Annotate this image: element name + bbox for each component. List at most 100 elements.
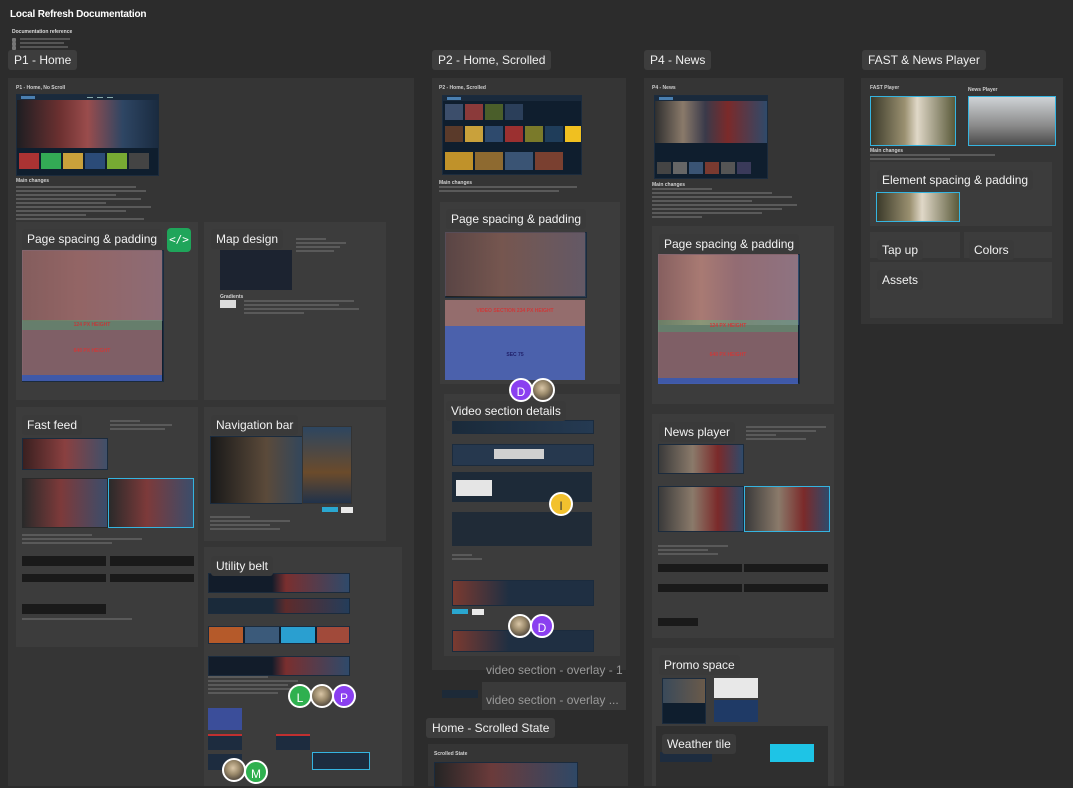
p1-utility-row-1 (208, 573, 350, 593)
assets-label[interactable]: Assets (877, 270, 924, 290)
p1-map-preview (220, 250, 292, 290)
p1-navigation-side-shot (302, 426, 352, 504)
collaborator-avatar-d[interactable]: D (509, 378, 533, 402)
p1-main-changes-heading: Main changes (16, 178, 50, 184)
p1-map-design-label[interactable]: Map design (211, 229, 284, 249)
section-label-fast-news-player[interactable]: FAST & News Player (862, 50, 986, 70)
p2-overlay-bottom-text: SEC 75 (506, 352, 524, 358)
p4-weather-tile-label[interactable]: Weather tile (662, 734, 736, 754)
p2-video-row-1 (452, 420, 594, 434)
p1-overlay-640-text: 640 PX HEIGHT (73, 348, 111, 354)
p1-fast-feed-text (22, 534, 192, 546)
section-label-p4-news[interactable]: P4 - News (644, 50, 712, 70)
news-player-title: News Player (968, 87, 998, 93)
p4-overlay-124: 124 PX HEIGHT (658, 320, 798, 332)
p4-promo-tile-1 (662, 678, 706, 724)
p4-promo-space-label[interactable]: Promo space (659, 655, 740, 675)
p1-home-screenshot[interactable] (16, 94, 159, 176)
tap-up-label[interactable]: Tap up (877, 240, 924, 260)
p2-video-btn-1[interactable] (452, 609, 468, 614)
p4-news-screenshot[interactable] (654, 95, 768, 179)
p1-utility-row-3 (208, 626, 350, 644)
collaborator-avatar-l[interactable]: L (288, 684, 312, 708)
p1-nav-btn-2[interactable] (341, 507, 353, 513)
fast-main-changes-text (870, 154, 1000, 162)
p1-fast-feed-bar-1 (22, 556, 106, 566)
news-player-screenshot[interactable] (968, 96, 1056, 146)
documentation-reference-list (12, 36, 72, 50)
p2-overlay-video: VIDEO SECTION 234 PX HEIGHT (445, 300, 585, 326)
collaborator-avatar-i[interactable]: I (549, 492, 573, 516)
p1-map-notes (296, 238, 356, 254)
p1-utility-belt-label[interactable]: Utility belt (211, 556, 274, 576)
p2-overlay-2-label[interactable]: video section - overlay ... (486, 693, 619, 707)
p4-overlay-640: 640 PX HEIGHT (658, 332, 798, 378)
p1-nav-btn-1[interactable] (322, 507, 338, 512)
p4-news-player-label[interactable]: News player (659, 422, 736, 442)
p4-news-player-bar-1 (658, 564, 742, 572)
p4-news-player-text (658, 545, 828, 557)
collaborator-photo-avatar-2[interactable] (222, 758, 246, 782)
p1-utility-tile-2 (208, 734, 242, 750)
p2-video-notes (452, 554, 512, 562)
p4-page-spacing-label[interactable]: Page spacing & padding (659, 234, 800, 254)
p1-utility-tile-1 (208, 708, 242, 730)
collaborator-avatar-d-2[interactable]: D (530, 614, 554, 638)
home-scrolled-state-title: Scrolled State (434, 751, 468, 757)
p2-video-row-3-card (456, 480, 492, 496)
code-embed-icon[interactable]: </> (167, 228, 191, 252)
p1-gradients-notes (244, 300, 364, 316)
p1-navigation-notes (210, 516, 350, 532)
p2-video-row-5 (452, 580, 594, 606)
collaborator-photo-avatar[interactable] (310, 684, 334, 708)
p1-overlay-top (22, 250, 162, 320)
p4-news-player-bar-3 (658, 584, 742, 592)
p4-news-player-thumb (658, 444, 744, 474)
p1-fast-feed-bar-5 (22, 604, 106, 614)
p1-fast-feed-bar-2 (110, 556, 194, 566)
p4-overlay-124-text: 124 PX HEIGHT (709, 323, 747, 329)
fast-player-title: FAST Player (870, 85, 900, 91)
element-spacing-screenshot (876, 192, 960, 222)
p2-home-scrolled-screenshot[interactable] (442, 95, 582, 175)
p4-overlay-top (658, 254, 798, 320)
p2-video-section-details-label[interactable]: Video section details (446, 401, 566, 421)
p1-fast-feed-shot-2 (108, 478, 194, 528)
p1-utility-row-2 (208, 598, 350, 614)
section-label-p2-home-scrolled[interactable]: P2 - Home, Scrolled (432, 50, 552, 70)
p2-page-spacing-label[interactable]: Page spacing & padding (446, 209, 587, 229)
p1-fast-feed-notes (110, 420, 180, 432)
p2-overlay-1-label[interactable]: video section - overlay - 1 (486, 663, 623, 677)
p2-video-row-4 (452, 512, 592, 546)
p1-overlay-124-text: 124 PX HEIGHT (73, 322, 111, 328)
collaborator-photo-avatar-4[interactable] (508, 614, 532, 638)
p1-overlay-640: 640 PX HEIGHT (22, 330, 162, 375)
p2-main-changes-text (439, 186, 579, 194)
p4-news-player-bar-2 (744, 564, 828, 572)
collaborator-photo-avatar-3[interactable] (531, 378, 555, 402)
p1-fast-feed-bar-4 (110, 574, 194, 582)
p2-video-btn-2[interactable] (472, 609, 484, 615)
p1-main-changes-text (16, 186, 156, 222)
home-scrolled-state-label[interactable]: Home - Scrolled State (426, 718, 556, 738)
p1-fast-feed-footer-text (22, 618, 192, 622)
p4-weather-color-swatch (770, 744, 814, 762)
p4-frame-title: P4 - News (652, 85, 676, 91)
collaborator-avatar-m[interactable]: M (244, 760, 268, 784)
p1-navigation-bar-label[interactable]: Navigation bar (211, 415, 299, 435)
p1-overlay-124: 124 PX HEIGHT (22, 320, 162, 330)
p1-fast-feed-thumb (22, 438, 108, 470)
p1-fast-feed-shot-1 (22, 478, 108, 528)
p2-overlay-bottom: SEC 75 (445, 326, 585, 380)
p1-fast-feed-label[interactable]: Fast feed (22, 415, 83, 435)
element-spacing-label[interactable]: Element spacing & padding (877, 170, 1034, 190)
p1-utility-tile-4 (312, 752, 370, 770)
p4-news-player-notes (746, 426, 830, 442)
p2-overlay-thumb (442, 690, 478, 698)
p1-page-spacing-label[interactable]: Page spacing & padding (22, 229, 163, 249)
fast-player-screenshot[interactable] (870, 96, 956, 146)
p4-overlay-640-text: 640 PX HEIGHT (709, 352, 747, 358)
colors-label[interactable]: Colors (969, 240, 1014, 260)
section-label-p1-home[interactable]: P1 - Home (8, 50, 78, 70)
collaborator-avatar-p[interactable]: P (332, 684, 356, 708)
